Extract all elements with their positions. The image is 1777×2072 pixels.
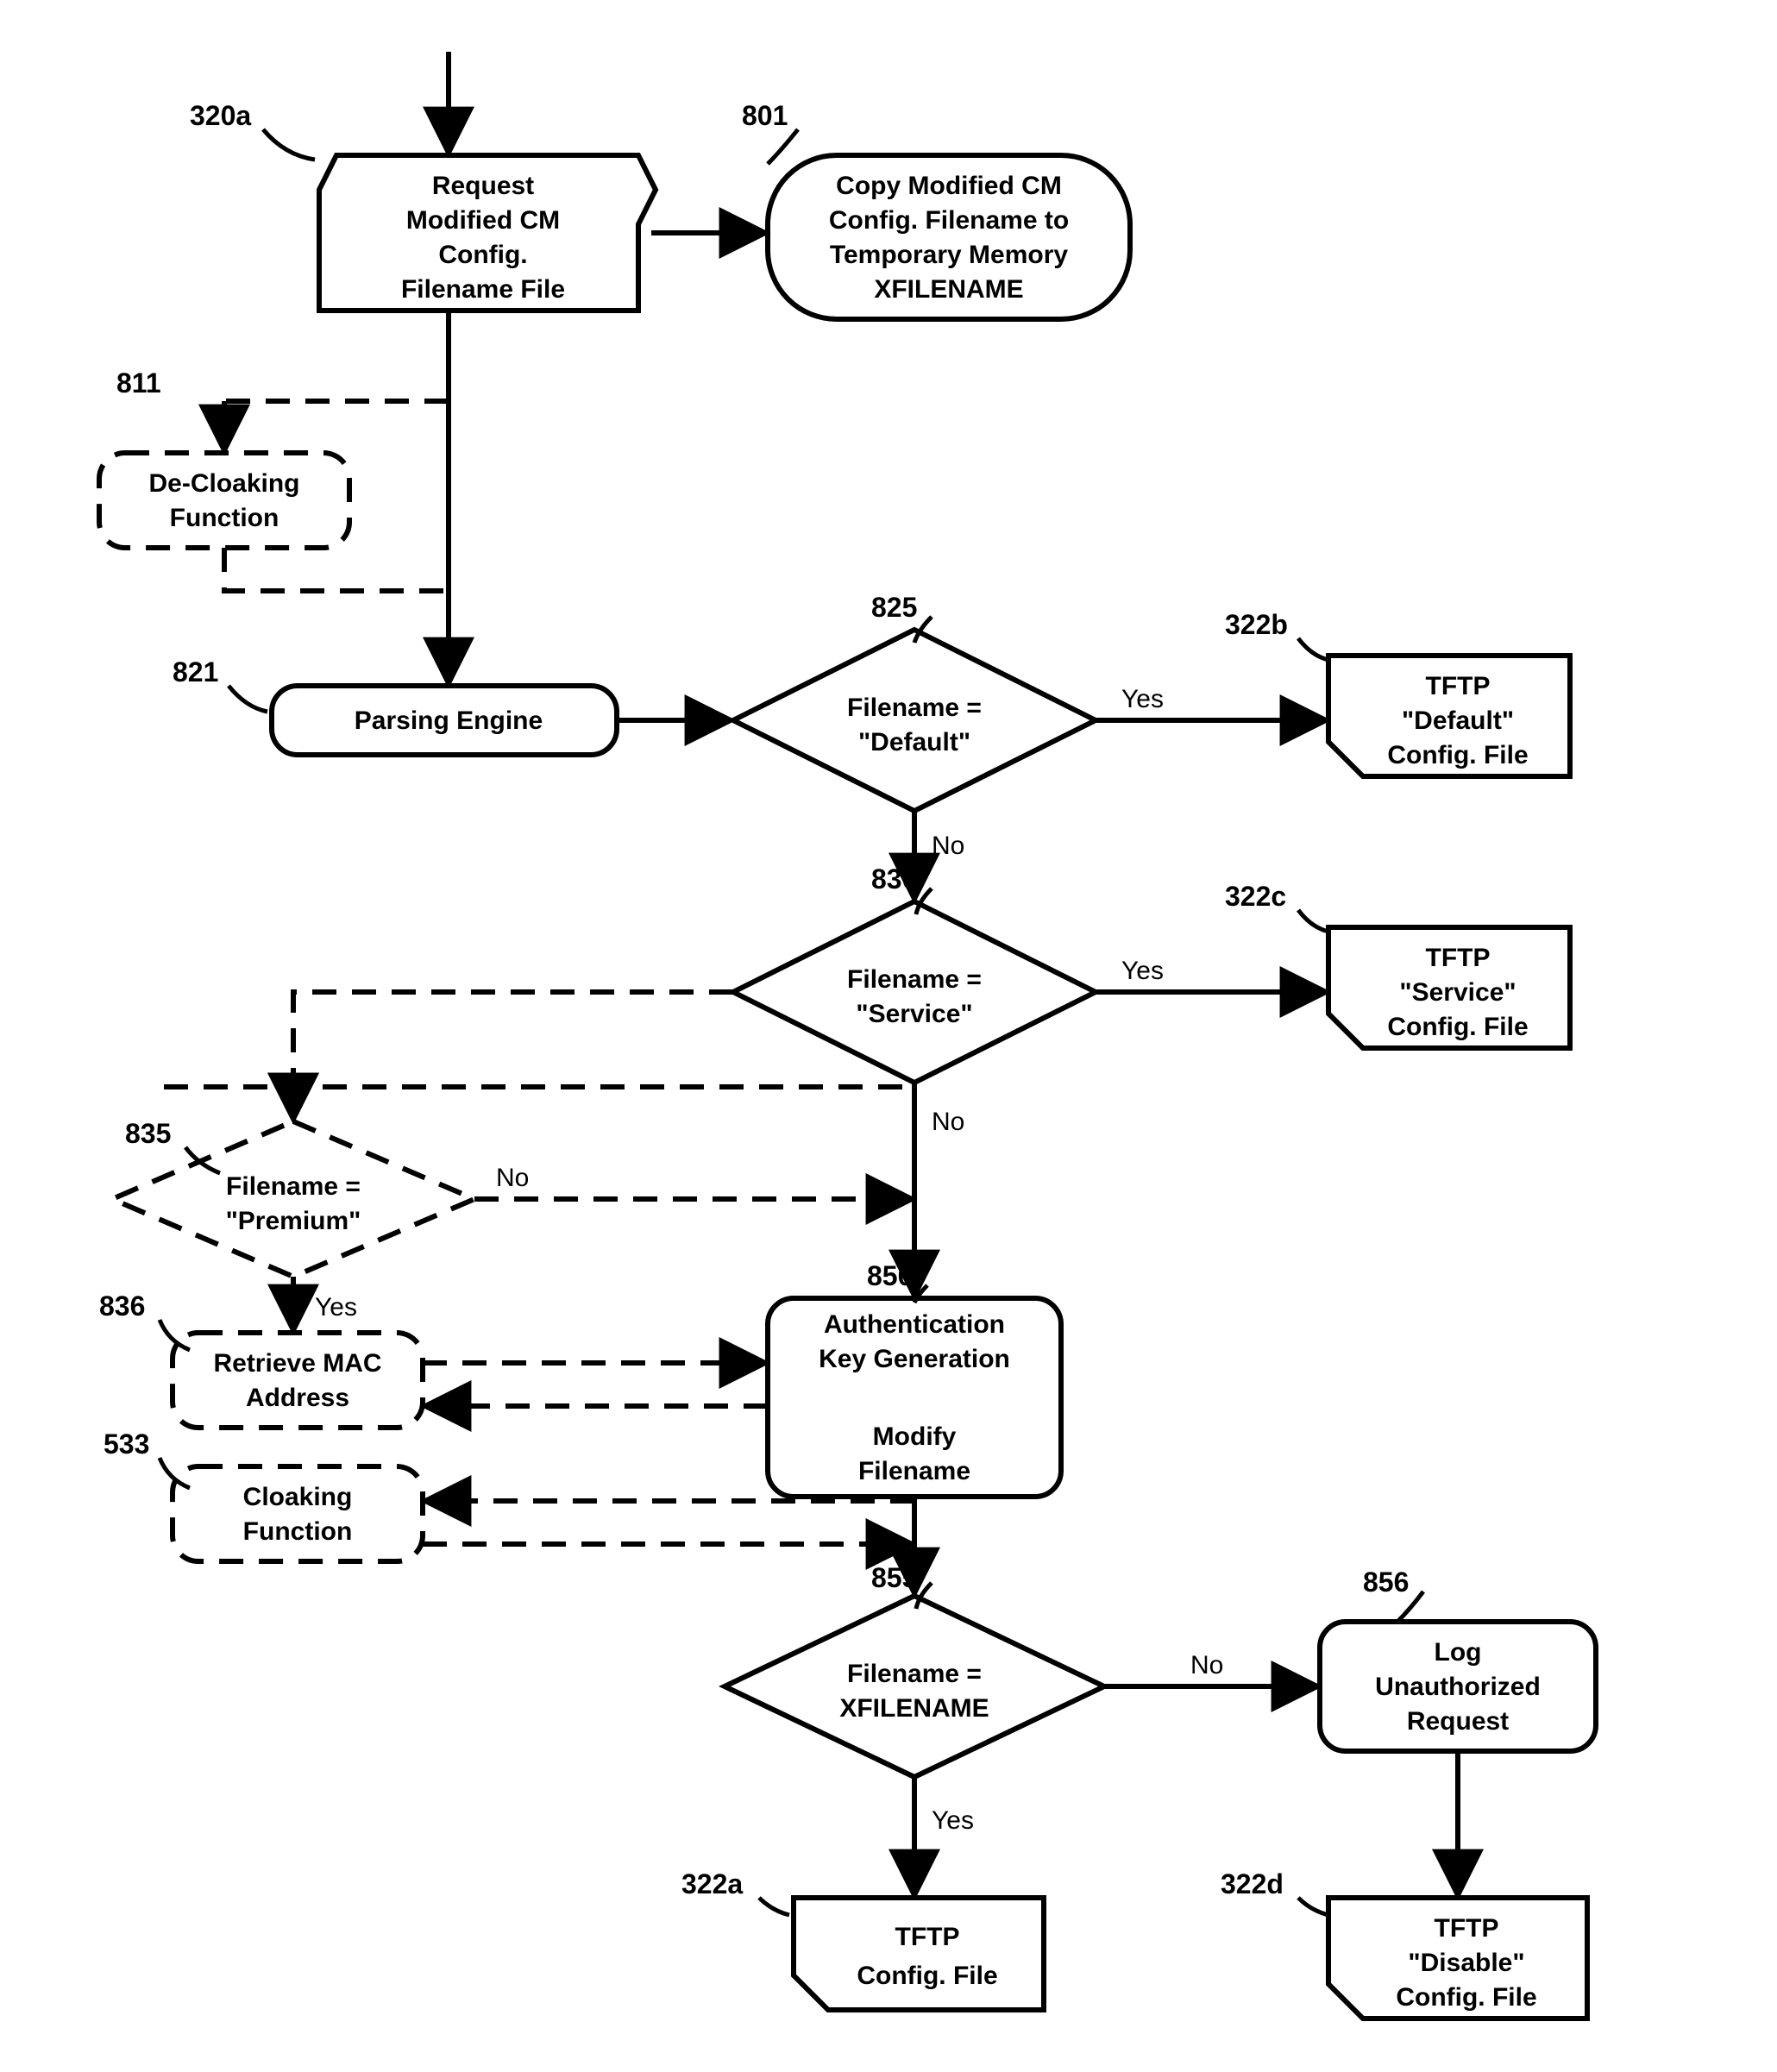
- label-320a: 320a: [190, 100, 251, 131]
- n850-l3: Modify: [873, 1422, 957, 1451]
- n850-l4: Filename: [858, 1457, 970, 1485]
- node-parsing-engine: Parsing Engine: [272, 686, 617, 755]
- n322c-l2: "Service": [1399, 978, 1516, 1007]
- label-850: 850: [867, 1260, 913, 1291]
- node-tftp-config: TFTP Config. File: [794, 1898, 1044, 2010]
- n801-l1: Copy Modified CM: [836, 172, 1062, 200]
- n835-l2: "Premium": [226, 1207, 361, 1235]
- n320a-l4: Filename File: [401, 275, 565, 304]
- n322b-l3: Config. File: [1387, 741, 1528, 769]
- node-copy-xfilename: Copy Modified CM Config. Filename to Tem…: [768, 155, 1130, 319]
- n830-l2: "Service": [856, 1000, 972, 1028]
- node-decision-service: Filename = "Service": [733, 901, 1096, 1083]
- n825-l2: "Default": [858, 728, 970, 757]
- n836-l2: Address: [246, 1384, 349, 1412]
- label-830: 830: [871, 863, 917, 895]
- n825-l1: Filename =: [847, 694, 982, 722]
- node-tftp-service: TFTP "Service" Config. File: [1328, 927, 1570, 1048]
- label-825: 825: [871, 592, 917, 623]
- node-cloaking: Cloaking Function: [173, 1466, 423, 1561]
- n533-l1: Cloaking: [243, 1483, 353, 1511]
- n322d-l2: "Disable": [1408, 1949, 1524, 1977]
- n322d-l3: Config. File: [1396, 1983, 1536, 2012]
- label-856: 856: [1363, 1567, 1409, 1598]
- n322a-l1: TFTP: [895, 1923, 960, 1951]
- n322d-l1: TFTP: [1435, 1914, 1499, 1943]
- edge-830-yes: Yes: [1121, 957, 1164, 985]
- edge-830-no: No: [932, 1108, 964, 1136]
- label-855: 855: [871, 1562, 917, 1593]
- node-log-unauth: Log Unauthorized Request: [1320, 1622, 1596, 1751]
- edge-825-yes: Yes: [1121, 685, 1164, 713]
- label-801: 801: [742, 100, 788, 131]
- n801-l2: Config. Filename to: [829, 206, 1069, 235]
- node-decloaking: De-Cloaking Function: [99, 453, 349, 548]
- edge-825-no: No: [932, 832, 964, 860]
- n850-l1: Authentication: [824, 1310, 1005, 1339]
- n320a-l2: Modified CM: [406, 206, 560, 235]
- node-tftp-disable: TFTP "Disable" Config. File: [1328, 1898, 1587, 2019]
- n811-l2: Function: [170, 504, 279, 532]
- n322c-l3: Config. File: [1387, 1013, 1528, 1041]
- flowchart: Request Modified CM Config. Filename Fil…: [17, 17, 1777, 2055]
- label-322d: 322d: [1221, 1868, 1284, 1899]
- label-835: 835: [125, 1118, 171, 1149]
- n322b-l1: TFTP: [1426, 672, 1491, 700]
- edge-835-no: No: [496, 1164, 529, 1192]
- label-836: 836: [99, 1290, 145, 1322]
- edge-835-yes: Yes: [315, 1293, 357, 1322]
- label-322c: 322c: [1225, 881, 1286, 912]
- n322b-l2: "Default": [1402, 706, 1514, 735]
- label-322b: 322b: [1225, 609, 1288, 640]
- n836-l1: Retrieve MAC: [213, 1349, 381, 1378]
- node-retrieve-mac: Retrieve MAC Address: [173, 1333, 423, 1428]
- node-decision-xfilename: Filename = XFILENAME: [725, 1596, 1104, 1777]
- n855-l1: Filename =: [847, 1660, 982, 1688]
- n811-l1: De-Cloaking: [148, 469, 299, 498]
- node-auth-keygen: Authentication Key Generation Modify Fil…: [768, 1298, 1061, 1497]
- n320a-l3: Config.: [438, 241, 527, 269]
- n855-l2: XFILENAME: [839, 1694, 989, 1723]
- label-322a: 322a: [681, 1868, 743, 1899]
- n856-l2: Unauthorized: [1375, 1673, 1541, 1701]
- node-request-modified-cm: Request Modified CM Config. Filename Fil…: [319, 155, 656, 311]
- n320a-l1: Request: [432, 172, 534, 200]
- n801-l3: Temporary Memory: [830, 241, 1069, 269]
- node-tftp-default: TFTP "Default" Config. File: [1328, 656, 1570, 776]
- n850-l2: Key Generation: [819, 1345, 1010, 1373]
- edge-855-no: No: [1190, 1651, 1223, 1680]
- n856-l3: Request: [1407, 1707, 1509, 1736]
- node-decision-default: Filename = "Default": [733, 630, 1096, 811]
- n856-l1: Log: [1435, 1638, 1482, 1667]
- n322a-l2: Config. File: [857, 1962, 997, 1990]
- label-533: 533: [104, 1428, 149, 1460]
- n533-l2: Function: [243, 1517, 353, 1546]
- n835-l1: Filename =: [226, 1172, 361, 1201]
- edge-855-yes: Yes: [932, 1806, 974, 1835]
- label-821: 821: [173, 656, 218, 688]
- n322c-l1: TFTP: [1426, 944, 1491, 972]
- n821-l1: Parsing Engine: [355, 706, 543, 735]
- label-811: 811: [116, 367, 161, 399]
- n830-l1: Filename =: [847, 965, 982, 994]
- n801-l4: XFILENAME: [874, 275, 1023, 304]
